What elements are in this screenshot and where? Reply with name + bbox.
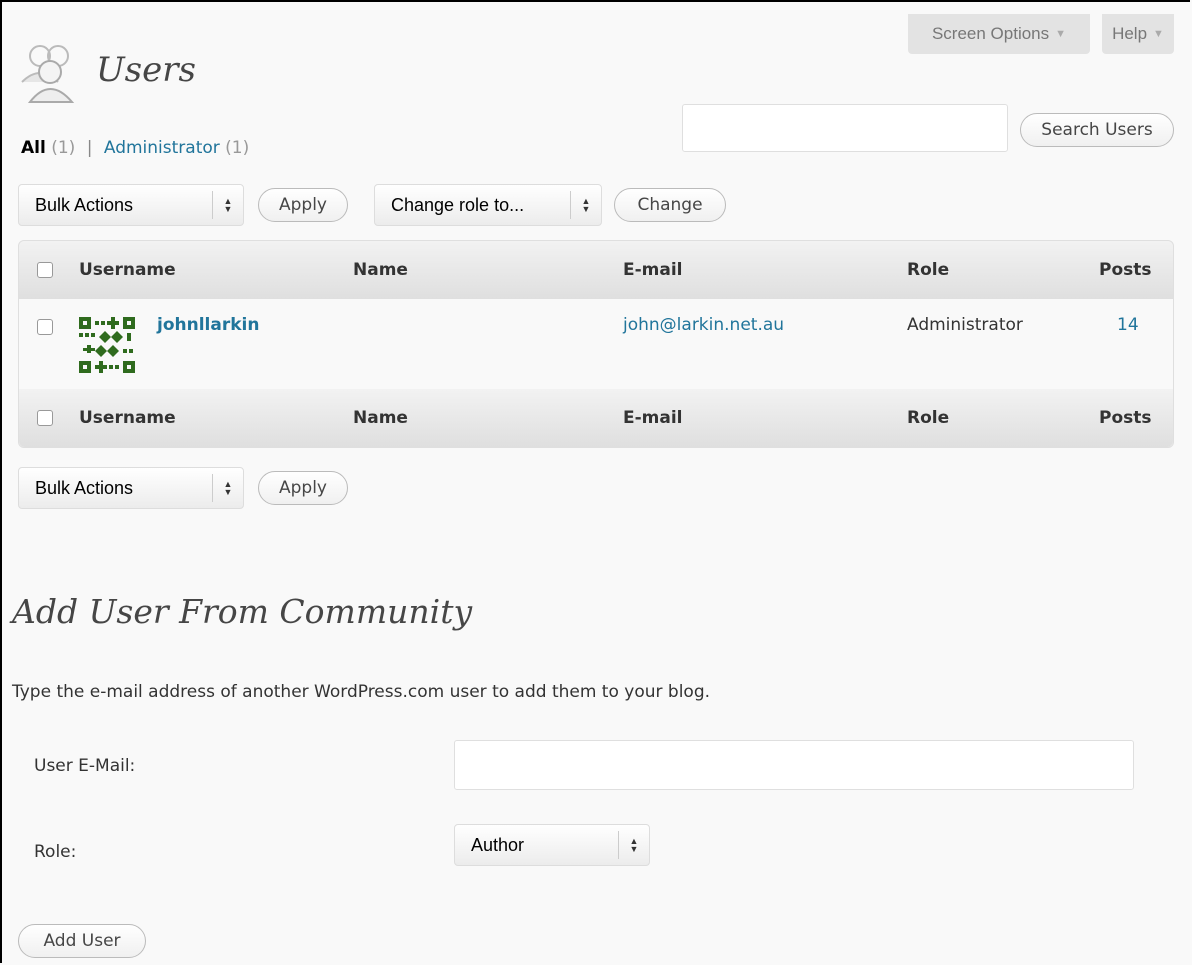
triangle-down-icon: ▼ [1153,28,1164,40]
add-user-button[interactable]: Add User [18,924,146,958]
filter-administrator-count: (1) [225,138,250,158]
bulk-actions-select-top[interactable]: Bulk Actions ▲ ▼ [18,184,244,226]
change-role-label: Change role to... [391,194,525,215]
bulk-actions-label: Bulk Actions [35,477,134,498]
users-icon [21,45,75,103]
select-all-checkbox-bottom[interactable] [37,410,53,426]
select-arrows-icon: ▲ ▼ [212,191,243,219]
user-email-label: User E-Mail: [34,756,136,776]
user-role: Administrator [907,315,1023,335]
table-row: johnllarkin john@larkin.net.au Administr… [19,299,1173,389]
select-all-checkbox[interactable] [37,262,53,278]
bulk-actions-select-bottom[interactable]: Bulk Actions ▲ ▼ [18,467,244,509]
row-checkbox[interactable] [37,319,53,335]
change-button[interactable]: Change [614,188,726,222]
filter-all-count: (1) [51,138,76,158]
role-select[interactable]: Author ▲ ▼ [454,824,650,866]
column-role: Role [907,260,950,280]
table-footer: Username Name E-mail Role Posts [19,389,1173,447]
user-email-field[interactable] [454,740,1134,790]
column-email[interactable]: E-mail [623,241,683,299]
apply-button-top[interactable]: Apply [258,188,348,222]
add-user-heading: Add User From Community [12,592,473,631]
select-arrows-icon: ▲ ▼ [212,474,243,502]
search-input[interactable] [682,104,1008,152]
column-name[interactable]: Name [353,241,408,299]
column-role-footer: Role [907,408,950,428]
select-arrows-icon: ▲ ▼ [618,831,649,859]
search-users-button[interactable]: Search Users [1020,113,1174,147]
column-email-footer[interactable]: E-mail [623,389,683,447]
apply-button-bottom[interactable]: Apply [258,471,348,505]
bulk-actions-label: Bulk Actions [35,194,134,215]
user-posts-link[interactable]: 14 [1117,315,1139,335]
triangle-down-icon: ▼ [1055,28,1067,40]
select-arrows-icon: ▲ ▼ [570,191,601,219]
filter-separator: | [86,138,93,158]
column-username[interactable]: Username [79,241,176,299]
role-label: Role: [34,842,77,862]
filter-administrator[interactable]: Administrator [104,138,220,158]
column-name-footer[interactable]: Name [353,389,408,447]
user-email-link[interactable]: john@larkin.net.au [623,315,784,335]
page-title: Users [96,50,196,90]
users-table: Username Name E-mail Role Posts johnllar… [18,240,1174,448]
help-tab[interactable]: Help ▼ [1102,14,1174,54]
table-header: Username Name E-mail Role Posts [19,241,1173,299]
screen-options-tab[interactable]: Screen Options ▼ [908,14,1090,54]
add-user-description: Type the e-mail address of another WordP… [12,682,711,702]
column-username-footer[interactable]: Username [79,389,176,447]
help-label: Help [1112,24,1148,43]
role-select-value: Author [471,834,525,855]
screen-options-label: Screen Options [931,24,1050,43]
filter-all[interactable]: All [21,138,46,158]
column-posts: Posts [1099,260,1152,280]
avatar [79,317,135,373]
change-role-select[interactable]: Change role to... ▲ ▼ [374,184,602,226]
user-filter-links: All (1) | Administrator (1) [21,138,249,158]
username-link[interactable]: johnllarkin [157,315,259,335]
column-posts-footer: Posts [1099,408,1152,428]
